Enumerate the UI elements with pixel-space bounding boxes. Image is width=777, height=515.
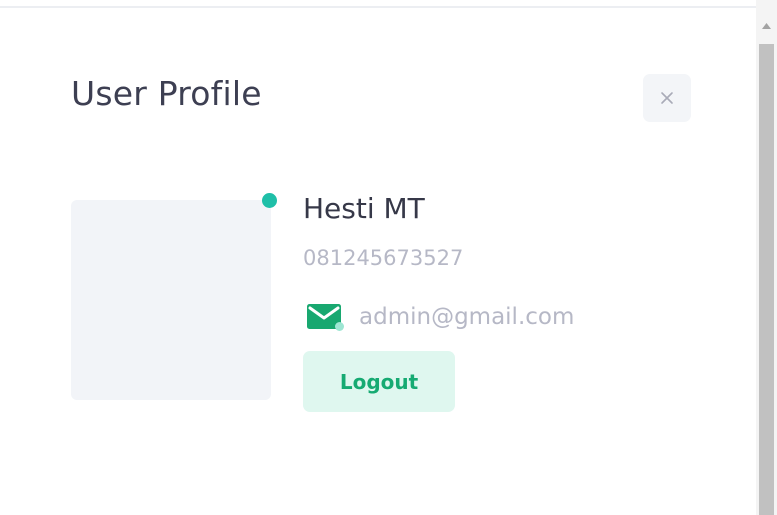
email-row: admin@gmail.com: [303, 300, 574, 334]
logout-button[interactable]: Logout: [303, 351, 455, 412]
user-phone: 081245673527: [303, 246, 464, 270]
user-profile-panel: User Profile Hesti MT 081245673527 admin…: [0, 0, 756, 515]
scroll-up-button[interactable]: [756, 16, 777, 36]
page-title: User Profile: [71, 74, 262, 113]
avatar: [71, 200, 271, 400]
user-email[interactable]: admin@gmail.com: [359, 304, 574, 330]
user-name: Hesti MT: [303, 192, 425, 225]
mail-icon: [303, 302, 345, 332]
scroll-up-arrow-icon: [762, 23, 771, 29]
close-button[interactable]: [643, 74, 691, 122]
close-icon: [661, 92, 673, 104]
top-divider: [0, 6, 756, 8]
vertical-scrollbar[interactable]: [756, 0, 777, 515]
mail-badge-dot: [335, 322, 344, 331]
scrollbar-thumb[interactable]: [759, 44, 774, 515]
online-status-dot: [262, 193, 277, 208]
